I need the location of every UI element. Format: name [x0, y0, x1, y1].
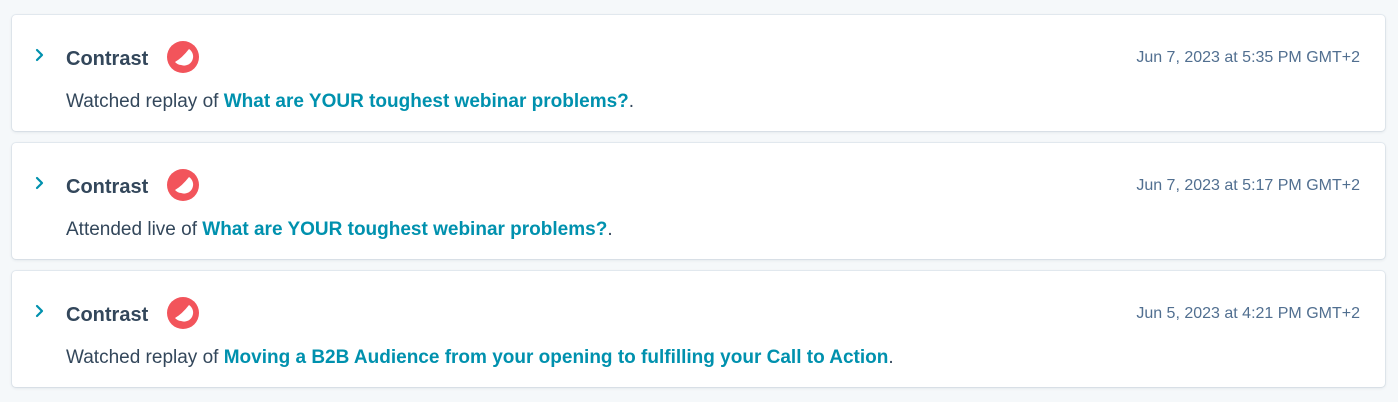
source-name: Contrast [66, 304, 149, 326]
expand-chevron-icon[interactable] [32, 175, 48, 191]
webinar-link[interactable]: What are YOUR toughest webinar problems? [202, 219, 607, 240]
activity-card: Contrast Jun 7, 2023 at 5:35 PM GMT+2 Wa… [12, 15, 1385, 131]
event-suffix: . [607, 219, 613, 240]
webinar-link[interactable]: What are YOUR toughest webinar problems? [224, 91, 629, 112]
activity-card: Contrast Jun 5, 2023 at 4:21 PM GMT+2 Wa… [12, 271, 1385, 387]
contrast-app-icon [167, 297, 199, 329]
event-description: Attended live of What are YOUR toughest … [66, 217, 613, 243]
expand-chevron-icon[interactable] [32, 47, 48, 63]
event-suffix: . [628, 91, 635, 112]
webinar-link[interactable]: Moving a B2B Audience from your opening … [224, 347, 889, 368]
source-name: Contrast [66, 176, 149, 198]
event-timestamp: Jun 7, 2023 at 5:17 PM GMT+2 [1136, 177, 1360, 194]
contrast-app-icon [167, 169, 199, 201]
event-action: Attended live of [66, 219, 203, 240]
event-suffix: . [888, 347, 894, 368]
event-description: Watched replay of What are YOUR toughest… [66, 89, 634, 115]
contrast-app-icon [167, 41, 199, 73]
activity-timeline: Contrast Jun 7, 2023 at 5:35 PM GMT+2 Wa… [12, 15, 1385, 387]
activity-card: Contrast Jun 7, 2023 at 5:17 PM GMT+2 At… [12, 143, 1385, 259]
source-name: Contrast [66, 48, 149, 70]
event-timestamp: Jun 7, 2023 at 5:35 PM GMT+2 [1136, 49, 1360, 66]
event-timestamp: Jun 5, 2023 at 4:21 PM GMT+2 [1136, 305, 1360, 322]
event-action: Watched replay of [66, 91, 224, 112]
event-action: Watched replay of [66, 347, 224, 368]
expand-chevron-icon[interactable] [32, 303, 48, 319]
event-description: Watched replay of Moving a B2B Audience … [66, 345, 894, 371]
